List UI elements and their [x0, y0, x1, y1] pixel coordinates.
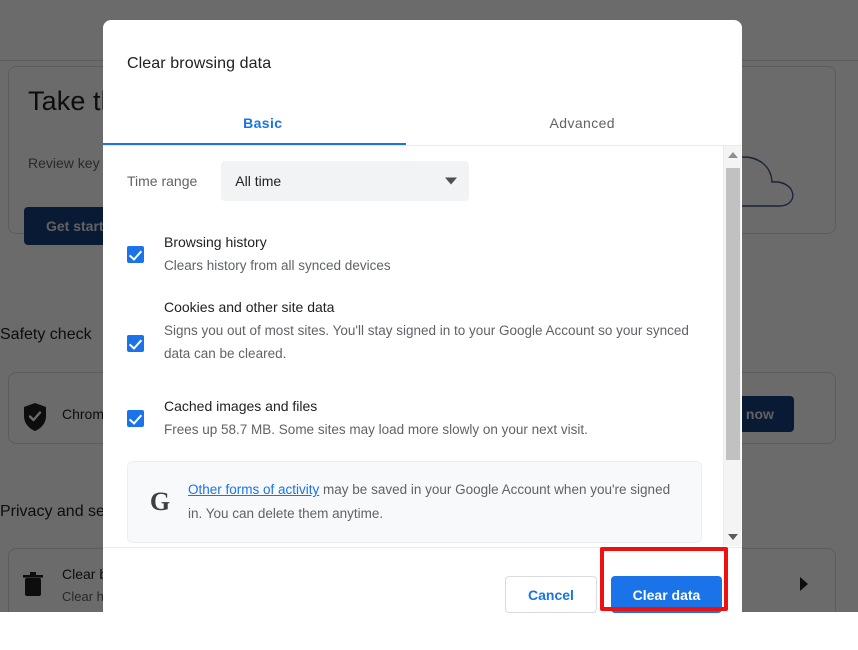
option-description: Frees up 58.7 MB. Some sites may load mo… [164, 418, 702, 441]
dialog-body: Time range All time Browsing history Cle… [103, 146, 742, 546]
dialog-scrollbar[interactable] [723, 146, 741, 546]
clear-browsing-data-dialog: Clear browsing data Basic Advanced Time … [103, 20, 742, 650]
clear-data-button[interactable]: Clear data [611, 576, 722, 613]
other-forms-of-activity-link[interactable]: Other forms of activity [188, 482, 319, 497]
cancel-button[interactable]: Cancel [505, 576, 597, 613]
time-range-value: All time [235, 173, 281, 189]
option-row-cached-images[interactable]: Cached images and files Frees up 58.7 MB… [127, 396, 702, 441]
tab-advanced[interactable]: Advanced [423, 100, 743, 145]
time-range-label: Time range [127, 173, 197, 189]
google-account-info-box: G Other forms of activity may be saved i… [127, 461, 702, 543]
option-row-cookies[interactable]: Cookies and other site data Signs you ou… [127, 297, 702, 365]
scroll-down-arrow-icon[interactable] [724, 528, 742, 546]
option-row-browsing-history[interactable]: Browsing history Clears history from all… [127, 232, 702, 277]
info-box-text: Other forms of activity may be saved in … [188, 478, 683, 526]
option-title: Cached images and files [164, 396, 702, 416]
option-text-cookies: Cookies and other site data Signs you ou… [164, 297, 702, 365]
dialog-tabs: Basic Advanced [103, 100, 742, 145]
chevron-down-icon [445, 178, 457, 185]
option-description: Clears history from all synced devices [164, 254, 702, 277]
google-g-icon: G [146, 489, 174, 515]
checkbox-cookies[interactable] [127, 335, 144, 352]
dialog-footer: Cancel Clear data [103, 548, 742, 632]
option-description: Signs you out of most sites. You'll stay… [164, 319, 702, 365]
checkbox-cached-images[interactable] [127, 410, 144, 427]
tab-basic[interactable]: Basic [103, 100, 423, 145]
scrollbar-thumb[interactable] [726, 168, 740, 460]
dialog-title: Clear browsing data [127, 55, 271, 73]
option-title: Cookies and other site data [164, 297, 702, 317]
checkbox-browsing-history[interactable] [127, 246, 144, 263]
option-title: Browsing history [164, 232, 702, 252]
time-range-select[interactable]: All time [221, 161, 469, 201]
option-text-cached-images: Cached images and files Frees up 58.7 MB… [164, 396, 702, 441]
time-range-row: Time range All time [127, 161, 469, 201]
scroll-up-arrow-icon[interactable] [724, 146, 742, 164]
option-text-browsing-history: Browsing history Clears history from all… [164, 232, 702, 277]
